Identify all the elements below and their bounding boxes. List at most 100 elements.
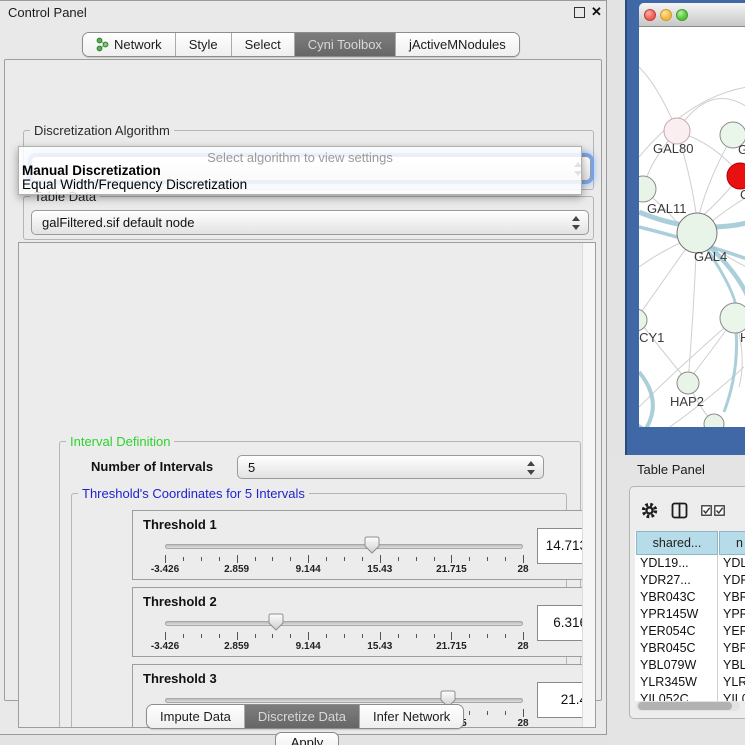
tab-jactivemnodules[interactable]: jActiveMNodules (396, 33, 519, 56)
tick (308, 632, 309, 640)
table-cell: YBR0 (718, 589, 745, 606)
tick (326, 557, 327, 561)
slider-track[interactable] (165, 621, 523, 626)
tick-label: -3.426 (151, 641, 179, 652)
network-icon (96, 37, 109, 52)
tab-style[interactable]: Style (176, 33, 232, 56)
tick (201, 557, 202, 561)
network-node-label: GAL11 (647, 201, 687, 216)
table-row[interactable]: YLR345WYLR3 (635, 674, 745, 691)
table-row[interactable]: YPR145WYPR1 (635, 606, 745, 623)
slider-track[interactable] (165, 544, 523, 549)
tick (165, 632, 166, 640)
window-title: Control Panel (8, 5, 87, 20)
slider-thumb[interactable] (364, 536, 380, 554)
interval-definition-title: Interval Definition (66, 434, 174, 449)
tick (451, 555, 452, 563)
table-cell: YIL052C (635, 691, 722, 701)
combo-arrows-icon (527, 461, 535, 475)
tab-label: Infer Network (373, 709, 450, 724)
tick (344, 557, 345, 561)
network-node-label: HAP2 (670, 394, 704, 409)
table-cell: YIL0 (718, 691, 745, 701)
tab-discretize-data[interactable]: Discretize Data (245, 705, 360, 728)
threshold-row: Threshold 2-3.4262.8599.14415.4321.71528… (132, 587, 596, 657)
tick-label: 15.43 (367, 641, 392, 652)
table-cell: YBL0 (718, 657, 745, 674)
tick (505, 711, 506, 715)
tick (326, 634, 327, 638)
tick (380, 555, 381, 563)
number-of-intervals-label: Number of Intervals (91, 459, 213, 474)
table-row[interactable]: YBL079WYBL0 (635, 657, 745, 674)
table-row[interactable]: YDR27...YDR2 (635, 572, 745, 589)
network-titlebar[interactable] (639, 3, 745, 27)
checkbox-checked-icon[interactable] (701, 505, 712, 516)
table-row[interactable]: YER054CYER0 (635, 623, 745, 640)
tick (451, 632, 452, 640)
column-header-shared-[interactable]: shared... (636, 531, 718, 555)
tick (434, 634, 435, 638)
vertical-scrollbar-track[interactable] (582, 243, 595, 727)
slider-ticks (165, 555, 523, 564)
tab-label: jActiveMNodules (409, 37, 506, 52)
column-header-n[interactable]: n (719, 531, 745, 555)
network-node[interactable] (639, 309, 647, 331)
tick (362, 557, 363, 561)
tick-label: -3.426 (151, 564, 179, 575)
horizontal-scrollbar-thumb[interactable] (638, 702, 732, 710)
tab-cyni-toolbox[interactable]: Cyni Toolbox (295, 33, 396, 56)
control-panel-window: Control Panel ✕ NetworkStyleSelectCyni T… (0, 0, 607, 735)
table-data-combobox[interactable]: galFiltered.sif default node (31, 210, 589, 235)
network-node[interactable] (677, 213, 717, 253)
tick (237, 555, 238, 563)
mac-minimize-icon[interactable] (660, 9, 672, 21)
slider-track[interactable] (165, 698, 523, 703)
float-window-icon[interactable] (574, 7, 585, 18)
tick (434, 557, 435, 561)
tick (380, 632, 381, 640)
table-cell: YER054C (635, 623, 722, 640)
network-node[interactable] (727, 163, 745, 189)
network-node[interactable] (720, 303, 745, 333)
mac-close-icon[interactable] (644, 9, 656, 21)
threshold-row: Threshold 1-3.4262.8599.14415.4321.71528… (132, 510, 596, 580)
table-row[interactable]: YBR045CYBR0 (635, 640, 745, 657)
tab-impute-data[interactable]: Impute Data (147, 705, 245, 728)
table-cell: YBR045C (635, 640, 722, 657)
table-row[interactable]: YBR043CYBR0 (635, 589, 745, 606)
tick (398, 557, 399, 561)
popup-item-equal-width-frequency[interactable]: Equal Width/Frequency Discretization (19, 178, 581, 192)
gear-icon[interactable] (641, 502, 658, 519)
slider-thumb[interactable] (268, 613, 284, 631)
tab-select[interactable]: Select (232, 33, 295, 56)
tab-infer-network[interactable]: Infer Network (360, 705, 463, 728)
network-node[interactable] (677, 372, 699, 394)
tick (505, 634, 506, 638)
network-canvas[interactable]: GAL80GCGAL11GAL4GCY1HHAP2 (639, 27, 745, 427)
close-icon[interactable]: ✕ (591, 4, 602, 20)
network-node-label: GAL80 (653, 141, 693, 156)
number-of-intervals-combobox[interactable]: 5 (237, 455, 544, 479)
tab-network[interactable]: Network (83, 33, 176, 56)
tick (469, 634, 470, 638)
table-cell: YDL1 (718, 555, 745, 572)
tick (219, 634, 220, 638)
tick (416, 557, 417, 561)
horizontal-scrollbar-track[interactable] (636, 701, 740, 711)
split-columns-icon[interactable] (671, 502, 688, 519)
bottom-tab-bar: Impute DataDiscretize Data Infer Network (146, 704, 464, 729)
checkbox-checked-icon[interactable] (714, 505, 725, 516)
node-table: shared...nYDL19...YDL1YDR27...YDR2YBR043… (635, 531, 745, 701)
tick (469, 711, 470, 715)
popup-item-manual-discretization[interactable]: Manual Discretization (19, 164, 581, 178)
table-row[interactable]: YIL052CYIL0 (635, 691, 745, 701)
algorithm-popup: Select algorithm to view settings Manual… (18, 146, 582, 195)
network-node-label: G (738, 142, 745, 157)
tick (183, 557, 184, 561)
tick (487, 557, 488, 561)
table-row[interactable]: YDL19...YDL1 (635, 555, 745, 572)
tick (165, 555, 166, 563)
apply-button[interactable]: Apply (275, 732, 339, 745)
mac-zoom-icon[interactable] (676, 9, 688, 21)
